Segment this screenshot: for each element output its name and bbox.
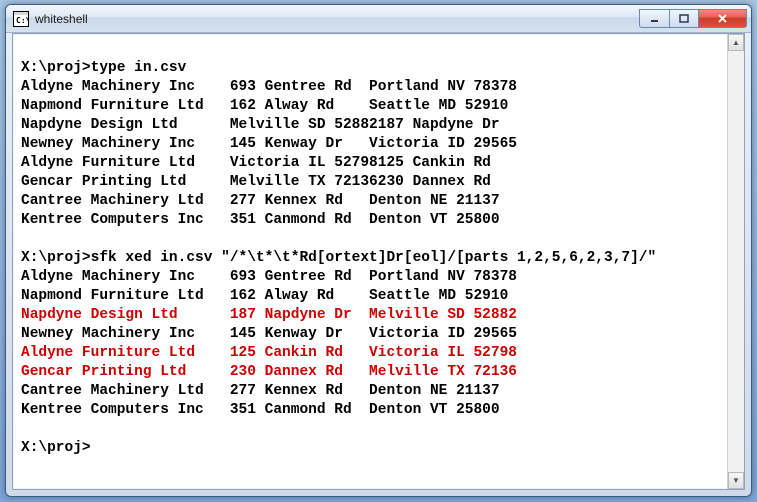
window-controls (639, 9, 747, 28)
cmd-icon: C:\ (13, 11, 29, 27)
console-output[interactable]: X:\proj>type in.csv Aldyne Machinery Inc… (13, 34, 744, 489)
maximize-button[interactable] (669, 9, 699, 28)
client-area: X:\proj>type in.csv Aldyne Machinery Inc… (12, 33, 745, 490)
scroll-track[interactable] (728, 51, 744, 472)
titlebar[interactable]: C:\ whiteshell (6, 5, 751, 33)
scroll-up-button[interactable]: ▲ (728, 34, 744, 51)
vertical-scrollbar[interactable]: ▲ ▼ (727, 34, 744, 489)
svg-text:C:\: C:\ (16, 16, 29, 25)
close-button[interactable] (699, 9, 747, 28)
window-title: whiteshell (35, 12, 639, 26)
minimize-button[interactable] (639, 9, 669, 28)
app-window: C:\ whiteshell X:\proj>type in.csv Aldyn… (5, 4, 752, 497)
scroll-down-button[interactable]: ▼ (728, 472, 744, 489)
